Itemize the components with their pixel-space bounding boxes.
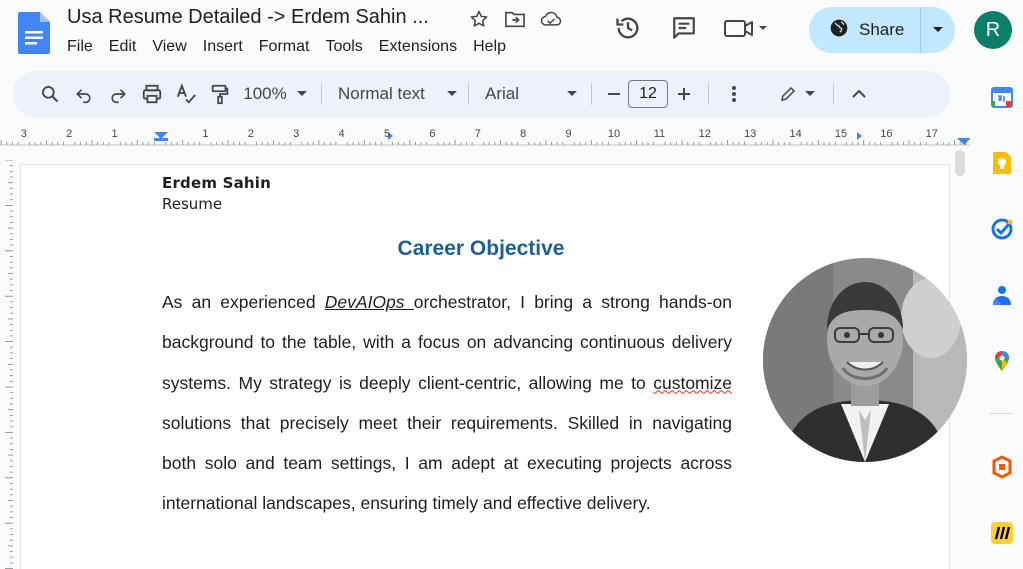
resume-name: Erdem Sahin [162, 174, 272, 192]
zoom-value: 100% [243, 84, 287, 103]
ruler-label: 6 [429, 128, 435, 140]
share-button-group: Share [809, 7, 955, 53]
toolbar-divider [708, 83, 709, 105]
miro-addon-icon[interactable] [989, 520, 1015, 546]
ruler-label: 4 [339, 128, 345, 140]
ruler-label: 10 [608, 128, 620, 140]
comments-icon[interactable] [664, 8, 704, 48]
ruler-label: 2 [66, 128, 72, 140]
paragraph-text: solutions that precisely meet their requ… [162, 412, 732, 514]
zoom-select[interactable]: 100% [237, 80, 313, 108]
ruler-label: 17 [926, 128, 938, 140]
print-icon[interactable] [135, 80, 169, 108]
menu-extensions[interactable]: Extensions [379, 38, 466, 56]
version-history-icon[interactable] [608, 8, 648, 48]
ruler-label: 5 [384, 128, 390, 140]
meet-icon[interactable] [720, 8, 772, 48]
side-panel-divider [989, 413, 1013, 414]
misspelled-word[interactable]: customize [653, 373, 732, 393]
calendar-icon[interactable] [989, 84, 1015, 110]
ruler-label: 11 [654, 128, 665, 140]
ruler-label: 1 [202, 128, 208, 140]
ruler-label: 2 [248, 128, 254, 140]
document-scrollbar[interactable] [955, 150, 965, 176]
ruler-label: 15 [835, 128, 847, 140]
office-addon-icon[interactable] [989, 454, 1015, 480]
toolbar-divider [321, 83, 322, 105]
toolbar-divider [591, 83, 592, 105]
google-docs-window: Usa Resume Detailed -> Erdem Sahin ... F… [0, 0, 1023, 569]
menu-insert[interactable]: Insert [203, 38, 252, 56]
paragraph-style-value: Normal text [338, 84, 425, 103]
mode-dropdown-icon [805, 91, 815, 96]
ruler-label: 16 [880, 128, 892, 140]
more-options-icon[interactable] [717, 80, 751, 108]
menu-tools[interactable]: Tools [325, 38, 371, 56]
resume-subtitle: Resume [162, 195, 223, 213]
redo-icon[interactable] [101, 80, 135, 108]
menu-file[interactable]: File [67, 38, 102, 56]
editing-mode-select[interactable] [775, 80, 819, 108]
vertical-ruler [5, 160, 13, 569]
menu-bar: File Edit View Insert Format Tools Exten… [67, 38, 522, 56]
paragraph-text: As an experienced [162, 292, 325, 312]
pencil-icon [781, 86, 796, 101]
horizontal-ruler[interactable]: 3 2 1 1 2 3 4 5 6 7 8 9 10 11 12 13 14 15 16 17 [0, 124, 970, 146]
spellcheck-icon[interactable] [169, 80, 203, 108]
globe-icon [829, 18, 849, 43]
cloud-status-icon[interactable] [540, 8, 562, 30]
decrease-font-size-icon[interactable] [600, 80, 628, 108]
ruler-label: 1 [112, 128, 118, 140]
first-line-indent-marker[interactable] [154, 132, 168, 139]
ruler-label: 3 [21, 128, 27, 140]
ruler-label: 12 [699, 128, 711, 140]
toolbar-divider [468, 83, 469, 105]
tab-stop-marker[interactable] [857, 132, 862, 140]
ruler-label: 13 [744, 128, 756, 140]
ruler-label: 9 [566, 128, 572, 140]
toolbar-divider [833, 83, 834, 105]
font-dropdown-icon [567, 91, 577, 96]
share-dropdown-icon[interactable] [921, 26, 955, 34]
maps-icon[interactable] [989, 348, 1015, 374]
contacts-icon[interactable] [989, 282, 1015, 308]
formatting-toolbar: 100% Normal text Arial 12 [13, 71, 950, 117]
right-indent-marker[interactable] [957, 138, 970, 145]
undo-icon[interactable] [67, 80, 101, 108]
menu-help[interactable]: Help [473, 38, 515, 56]
font-size-input[interactable]: 12 [628, 80, 668, 108]
zoom-dropdown-icon [296, 91, 307, 96]
devaiops-link[interactable]: DevAIOps [325, 292, 414, 312]
document-title[interactable]: Usa Resume Detailed -> Erdem Sahin ... [67, 6, 429, 29]
paint-format-icon[interactable] [203, 80, 237, 108]
move-to-folder-icon[interactable] [504, 8, 526, 30]
profile-photo[interactable] [763, 258, 967, 462]
side-panel [975, 70, 1023, 569]
star-icon[interactable] [468, 8, 490, 30]
paragraph-style-select[interactable]: Normal text [330, 80, 460, 108]
left-indent-marker[interactable] [154, 138, 168, 141]
ruler-label: 14 [789, 128, 801, 140]
tasks-icon[interactable] [989, 216, 1015, 242]
font-family-value: Arial [485, 84, 520, 103]
style-dropdown-icon [446, 91, 457, 96]
font-family-select[interactable]: Arial [477, 80, 583, 108]
ruler-label: 8 [520, 128, 526, 140]
ruler-label: 7 [475, 128, 481, 140]
menu-edit[interactable]: Edit [109, 38, 146, 56]
increase-font-size-icon[interactable] [668, 80, 700, 108]
docs-home-icon[interactable] [18, 12, 50, 54]
share-button[interactable]: Share [809, 7, 921, 53]
keep-icon[interactable] [989, 150, 1015, 176]
ruler-label: 3 [293, 128, 299, 140]
search-menus-icon[interactable] [33, 80, 67, 108]
account-avatar[interactable]: R [974, 11, 1012, 49]
career-objective-paragraph[interactable]: As an experienced DevAIOps orchestrator,… [162, 282, 732, 524]
section-heading: Career Objective [397, 237, 565, 260]
share-label: Share [859, 20, 905, 39]
menu-format[interactable]: Format [259, 38, 319, 56]
collapse-toolbar-icon[interactable] [842, 80, 876, 108]
menu-view[interactable]: View [152, 38, 195, 56]
